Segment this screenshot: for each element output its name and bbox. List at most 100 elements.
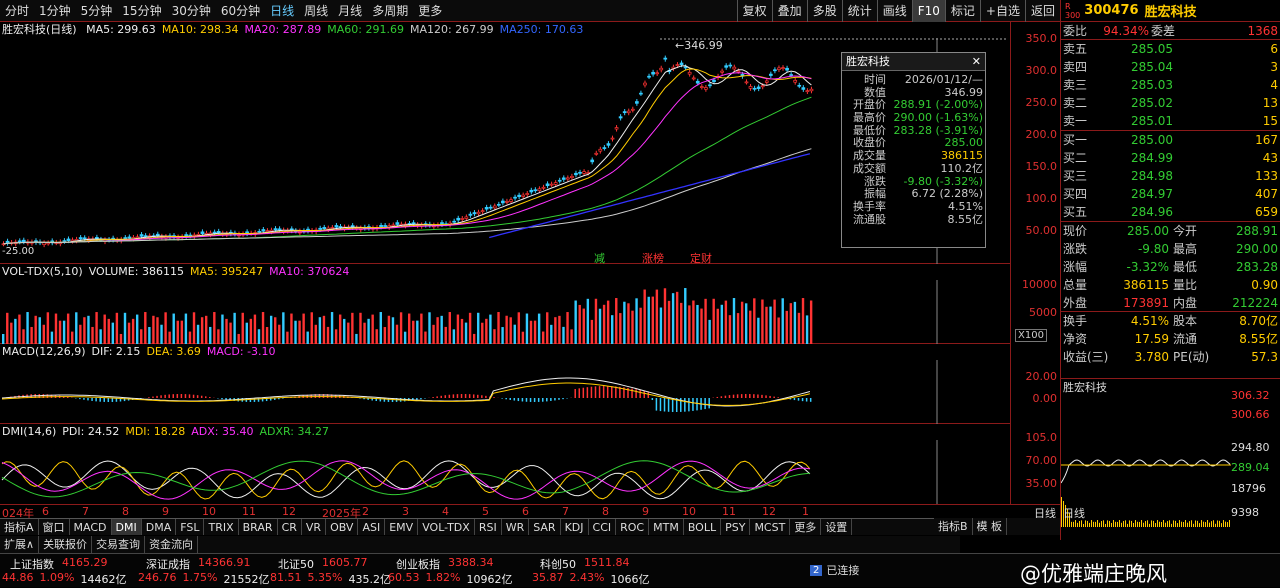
indicator-tab[interactable]: MCST [750, 519, 790, 535]
indicator-tab[interactable]: RSI [475, 519, 502, 535]
period-tab[interactable]: 周线 [299, 2, 333, 19]
candle [534, 190, 537, 191]
mini-volume-bar [1223, 520, 1224, 527]
mini-volume-bar [1193, 524, 1194, 527]
indicator-tab[interactable]: VOL-TDX [418, 519, 475, 535]
candle [786, 68, 789, 70]
period-tab[interactable]: 更多 [413, 2, 447, 19]
period-tab[interactable]: 分时 [0, 2, 34, 19]
tool-button[interactable]: 标记 [945, 0, 980, 22]
volume-bar [465, 323, 467, 344]
order-label: 买二 [1063, 149, 1091, 167]
tool-button[interactable]: 画线 [877, 0, 912, 22]
indicator-tab[interactable]: WR [502, 519, 530, 535]
tool-button[interactable]: 多股 [807, 0, 842, 22]
tool-button[interactable]: 叠加 [772, 0, 807, 22]
indicator-tab[interactable]: ROC [616, 519, 649, 535]
volume-bar [404, 332, 406, 344]
volume-bar [457, 315, 459, 344]
mini-intraday-chart[interactable] [1061, 393, 1231, 527]
indicator-tab[interactable]: DMI [112, 519, 142, 535]
extension-tab[interactable]: 交易查询 [92, 536, 145, 553]
volume-bar [128, 323, 130, 344]
indicator-tab[interactable]: FSL [176, 519, 204, 535]
indicator-tab[interactable]: KDJ [561, 519, 589, 535]
macd-bar [635, 389, 637, 398]
extension-tab[interactable]: 关联报价 [39, 536, 92, 553]
volume-bar [347, 323, 349, 344]
indicator-tab[interactable]: 设置 [821, 519, 852, 535]
volume-bar [270, 316, 272, 344]
period-tab[interactable]: 多周期 [367, 2, 413, 19]
period-tab[interactable]: 15分钟 [117, 2, 166, 19]
period-tab[interactable]: 日线 [265, 2, 299, 19]
candle [745, 82, 748, 83]
macd-bar [574, 389, 576, 398]
indicator-tab[interactable]: VR [302, 519, 326, 535]
tool-button[interactable]: 复权 [737, 0, 772, 22]
macd-bar [717, 397, 719, 398]
indicator-tab[interactable]: CR [278, 519, 302, 535]
macd-bar [201, 396, 203, 398]
candle [278, 229, 281, 230]
tool-button[interactable]: 统计 [842, 0, 877, 22]
indicator-tab[interactable]: 指标B [934, 518, 973, 535]
indicator-tab[interactable]: OBV [326, 519, 358, 535]
macd-bar [749, 394, 751, 398]
volume-bar [648, 297, 650, 344]
macd-chart[interactable] [0, 360, 1010, 424]
volume-bar [550, 325, 552, 344]
mini-volume-bar [1135, 520, 1136, 527]
indicator-tab[interactable]: TRIX [204, 519, 238, 535]
mini-tick: 9398 [1231, 506, 1259, 519]
indicator-tab[interactable]: 更多 [790, 519, 821, 535]
mini-volume-bar [1167, 521, 1168, 527]
period-tab[interactable]: 月线 [333, 2, 367, 19]
indicator-tab[interactable]: SAR [529, 519, 560, 535]
macd-bar [197, 395, 199, 398]
dmi-chart[interactable] [0, 440, 1010, 504]
volume-bar [242, 313, 244, 344]
candle [542, 187, 545, 188]
indicator-tab[interactable]: MTM [649, 519, 684, 535]
indicator-tab[interactable]: 模 板 [973, 518, 1008, 535]
indicator-tab[interactable]: BRAR [239, 519, 278, 535]
candle [140, 235, 143, 237]
macd-bar [587, 387, 589, 398]
mini-volume-bar [1143, 523, 1144, 527]
period-tab[interactable]: 1分钟 [34, 2, 76, 19]
indicator-tab[interactable]: 指标A [0, 519, 39, 535]
indicator-tab[interactable]: PSY [721, 519, 750, 535]
index-pct: 5.35% [308, 571, 343, 587]
volume-chart[interactable] [0, 280, 1010, 344]
tool-button[interactable]: +自选 [980, 0, 1025, 22]
event-marker[interactable]: 减 [594, 252, 605, 264]
event-marker[interactable]: 定财 [690, 251, 712, 264]
close-icon[interactable]: ✕ [972, 53, 985, 70]
candle [6, 241, 9, 243]
volume-bar [522, 332, 524, 344]
indicator-tab[interactable]: DMA [142, 519, 177, 535]
data-window-popup[interactable]: 胜宏科技✕ 时间2026/01/12/—数值346.99开盘价288.91 (-… [841, 52, 986, 248]
tool-button[interactable]: 返回 [1025, 0, 1060, 22]
tool-button[interactable]: F10 [912, 0, 945, 22]
period-tab[interactable]: 60分钟 [216, 2, 265, 19]
popup-key: 成交额 [844, 163, 886, 176]
indicator-tab[interactable]: MACD [70, 519, 112, 535]
volume-bar [229, 323, 231, 344]
mini-volume-bar [1117, 522, 1118, 527]
indicator-tab[interactable]: BOLL [684, 519, 721, 535]
indicator-tab[interactable]: ASI [358, 519, 385, 535]
period-tab[interactable]: 5分钟 [76, 2, 118, 19]
indicator-tab[interactable]: 窗口 [39, 519, 70, 535]
candle [384, 226, 387, 227]
event-marker[interactable]: 涨榜 [642, 251, 664, 264]
candle [611, 138, 614, 139]
extension-tab[interactable]: 资金流向 [145, 536, 198, 553]
indicator-tab[interactable]: EMV [385, 519, 418, 535]
volume-bar [810, 301, 812, 344]
indicator-tab[interactable]: CCI [589, 519, 617, 535]
period-tab[interactable]: 30分钟 [167, 2, 216, 19]
extension-tab[interactable]: 扩展∧ [0, 536, 39, 553]
macd-bar [416, 398, 418, 400]
